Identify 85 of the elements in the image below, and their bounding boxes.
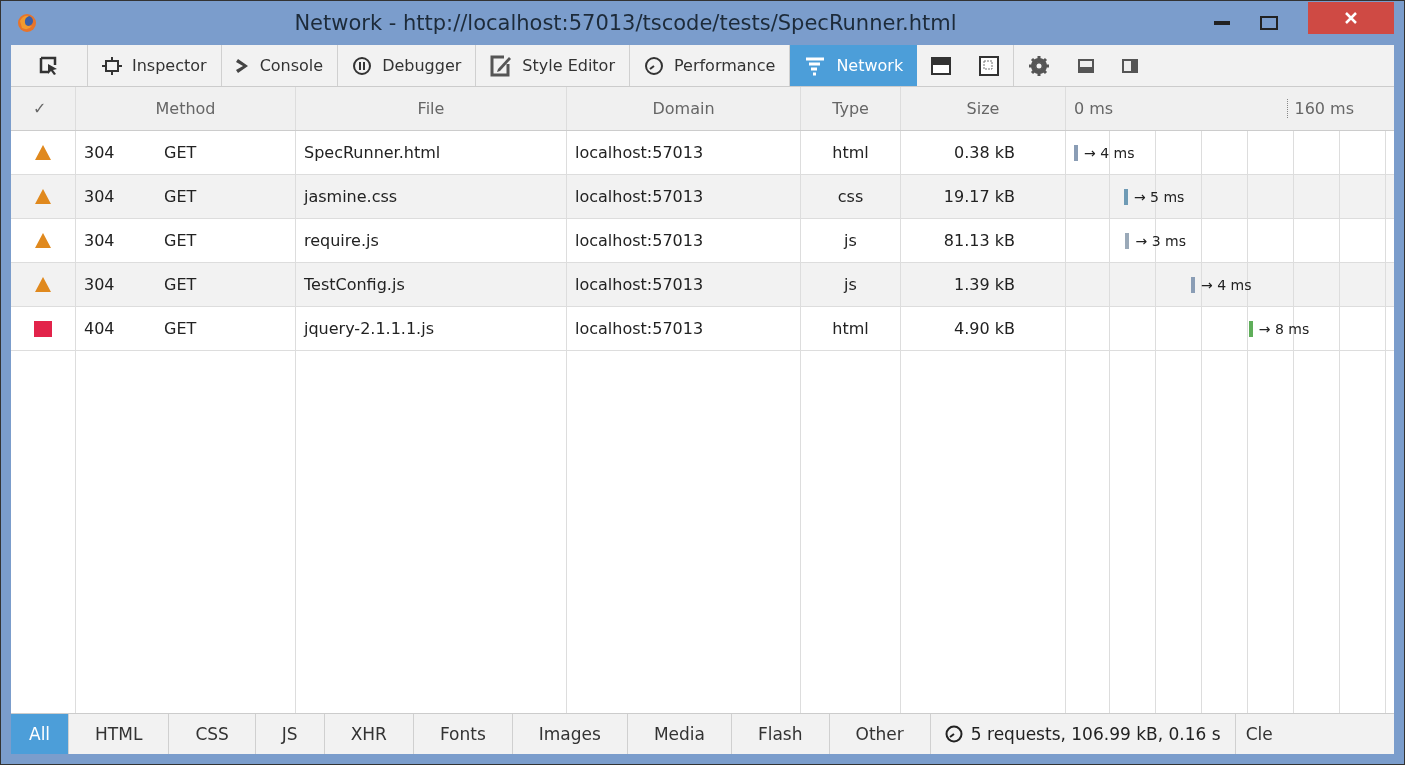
file-name: TestConfig.js [304,275,405,294]
clear-button[interactable]: Cle [1235,714,1283,754]
timing-label: → 8 ms [1258,320,1310,337]
gauge-icon [644,55,664,76]
domain-text: localhost:57013 [575,231,704,250]
column-header[interactable]: Type [832,99,869,118]
domain-text: localhost:57013 [575,319,704,338]
filter-button[interactable]: Media [627,714,732,754]
box-icon [102,56,122,75]
warning-icon [35,233,51,248]
browser-logo-icon [17,13,37,33]
filter-button[interactable]: Flash [731,714,830,754]
domain-text: localhost:57013 [575,143,704,162]
size-text: 0.38 kB [954,143,1015,162]
timing-label: → 3 ms [1135,232,1186,249]
split-console-icon[interactable] [931,56,952,75]
column-header[interactable]: ✓ [33,99,47,118]
chevron-icon [235,56,250,75]
status-code: 304 [84,187,116,206]
column-header[interactable]: File [417,99,445,118]
dock-bottom-icon[interactable] [1078,58,1095,73]
dock-side-icon[interactable] [1122,58,1139,73]
timing-label: → 5 ms [1133,188,1185,205]
file-name: SpecRunner.html [304,143,441,162]
status-code: 304 [84,231,116,250]
window-title: Network - http://localhost:57013/tscode/tests/SpecRunner.html [293,11,958,35]
domain-text: localhost:57013 [575,275,704,294]
toolbar-tab[interactable]: Inspector [88,45,222,86]
error-icon [34,320,52,337]
request-row[interactable]: 404 GET jquery-2.1.1.1.js localhost:57013 html 4.90 kB → 8 ms [11,307,1394,351]
size-text: 81.13 kB [943,231,1015,250]
request-row[interactable]: 304 GET TestConfig.js localhost:57013 js 1.39 kB → 4 ms [11,263,1394,307]
status-code: 404 [84,319,116,338]
toolbar-tab[interactable]: Style Editor [476,45,630,86]
type-text: js [844,275,857,294]
toolbar-tab[interactable]: Console [221,45,339,86]
scratchpad-icon[interactable] [979,55,1000,76]
waterfall-icon [804,55,827,76]
column-header[interactable]: Domain [652,99,715,118]
timeline-tick: 160 ms [1287,99,1354,118]
file-name: jasmine.css [304,187,398,206]
maximize-icon[interactable] [1260,16,1278,30]
filter-button[interactable]: JS [255,714,325,754]
request-row[interactable]: 304 GET require.js localhost:57013 js 81.13 kB → 3 ms [11,219,1394,263]
type-text: js [844,231,857,250]
close-icon [1344,11,1358,25]
toolbar-tab[interactable]: Debugger [338,45,477,86]
size-text: 19.17 kB [943,187,1015,206]
cursor-icon [39,55,59,76]
filter-button[interactable]: HTML [69,714,170,754]
column-header[interactable]: Size [966,99,1000,118]
filter-button[interactable]: Fonts [413,714,513,754]
edit-icon [490,54,513,77]
type-text: css [837,187,864,206]
file-name: require.js [304,231,379,250]
file-name: jquery-2.1.1.1.js [304,319,434,338]
summary-text: 5 requests, 106.99 kB, 0.16 s [970,724,1221,744]
filter-button[interactable]: Images [512,714,628,754]
domain-text: localhost:57013 [575,187,704,206]
filter-button[interactable]: CSS [169,714,256,754]
pause-icon [352,55,373,76]
request-row[interactable]: 304 GET SpecRunner.html localhost:57013 html 0.38 kB → 4 ms [11,131,1394,175]
timing-label: → 4 ms [1201,276,1252,293]
type-text: html [832,143,869,162]
filter-button[interactable]: Other [829,714,931,754]
column-header[interactable]: Method [155,99,216,118]
method-text: GET [164,143,197,162]
status-code: 304 [84,143,116,162]
size-text: 4.90 kB [954,319,1015,338]
method-text: GET [164,187,197,206]
timing-label: → 4 ms [1084,144,1135,161]
type-text: html [832,319,869,338]
size-text: 1.39 kB [954,275,1015,294]
clock-icon [944,725,963,743]
warning-icon [35,189,51,204]
request-row[interactable]: 304 GET jasmine.css localhost:57013 css 19.17 kB → 5 ms [11,175,1394,219]
method-text: GET [164,319,197,338]
method-text: GET [164,275,197,294]
warning-icon [35,145,51,160]
warning-icon [35,277,51,292]
method-text: GET [164,231,197,250]
settings-icon[interactable] [1028,54,1051,77]
filter-button[interactable]: XHR [324,714,414,754]
timeline-tick: 0 ms [1074,99,1114,118]
status-code: 304 [84,275,116,294]
